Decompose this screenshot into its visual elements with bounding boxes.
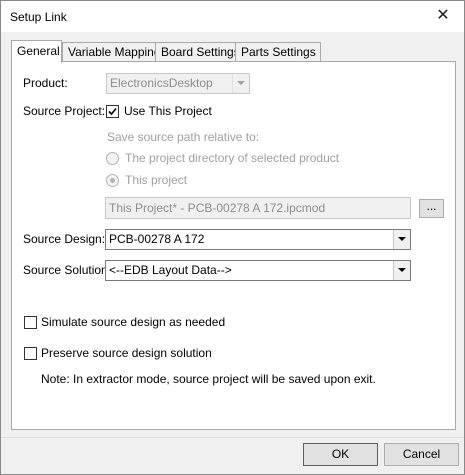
title-bar: Setup Link ✕: [1, 1, 464, 32]
ok-button[interactable]: OK: [303, 443, 378, 466]
project-path-field[interactable]: This Project* - PCB-00278 A 172.ipcmod: [105, 197, 411, 219]
cancel-button[interactable]: Cancel: [384, 443, 459, 466]
dialog-title: Setup Link: [10, 10, 67, 24]
setup-link-dialog: Setup Link ✕ General Variable Mapping Bo…: [0, 0, 465, 475]
tab-parts-settings[interactable]: Parts Settings: [235, 42, 321, 62]
tab-variable-mapping[interactable]: Variable Mapping: [62, 42, 161, 62]
footer-divider: [1, 437, 464, 438]
project-path-value: This Project* - PCB-00278 A 172.ipcmod: [109, 201, 326, 215]
product-value: ElectronicsDesktop: [110, 76, 213, 90]
radio-project-directory-label: The project directory of selected produc…: [125, 151, 340, 165]
chevron-down-icon: [393, 261, 410, 280]
browse-button[interactable]: ...: [419, 199, 444, 218]
save-relative-label: Save source path relative to:: [107, 130, 260, 144]
close-icon[interactable]: ✕: [432, 5, 454, 27]
radio-this-project-label: This project: [125, 173, 188, 187]
source-solution-dropdown[interactable]: <--EDB Layout Data-->: [105, 260, 411, 281]
source-solution-value: <--EDB Layout Data-->: [109, 263, 232, 277]
product-dropdown[interactable]: ElectronicsDesktop: [106, 73, 250, 94]
checkmark-icon: [108, 107, 117, 116]
simulate-checkbox[interactable]: [24, 316, 37, 329]
use-this-project-label: Use This Project: [124, 104, 212, 118]
simulate-label: Simulate source design as needed: [41, 315, 226, 329]
use-this-project-checkbox[interactable]: [106, 105, 119, 118]
source-design-dropdown[interactable]: PCB-00278 A 172: [105, 229, 411, 250]
source-design-value: PCB-00278 A 172: [109, 232, 205, 246]
source-design-label: Source Design:: [23, 232, 106, 246]
extractor-mode-note: Note: In extractor mode, source project …: [41, 372, 376, 386]
radio-this-project[interactable]: [106, 174, 119, 187]
source-solution-label: Source Solution:: [23, 263, 112, 277]
product-label: Product:: [23, 76, 68, 90]
radio-selected-dot: [110, 178, 115, 183]
chevron-down-icon: [393, 230, 410, 249]
tab-board-settings[interactable]: Board Settings: [155, 42, 240, 62]
chevron-down-icon: [232, 74, 249, 93]
preserve-label: Preserve source design solution: [41, 346, 212, 360]
general-panel: Product: ElectronicsDesktop Source Proje…: [11, 61, 456, 430]
source-project-label: Source Project:: [23, 104, 106, 118]
tab-general[interactable]: General: [11, 40, 62, 63]
preserve-checkbox[interactable]: [24, 347, 37, 360]
radio-project-directory[interactable]: [106, 152, 119, 165]
